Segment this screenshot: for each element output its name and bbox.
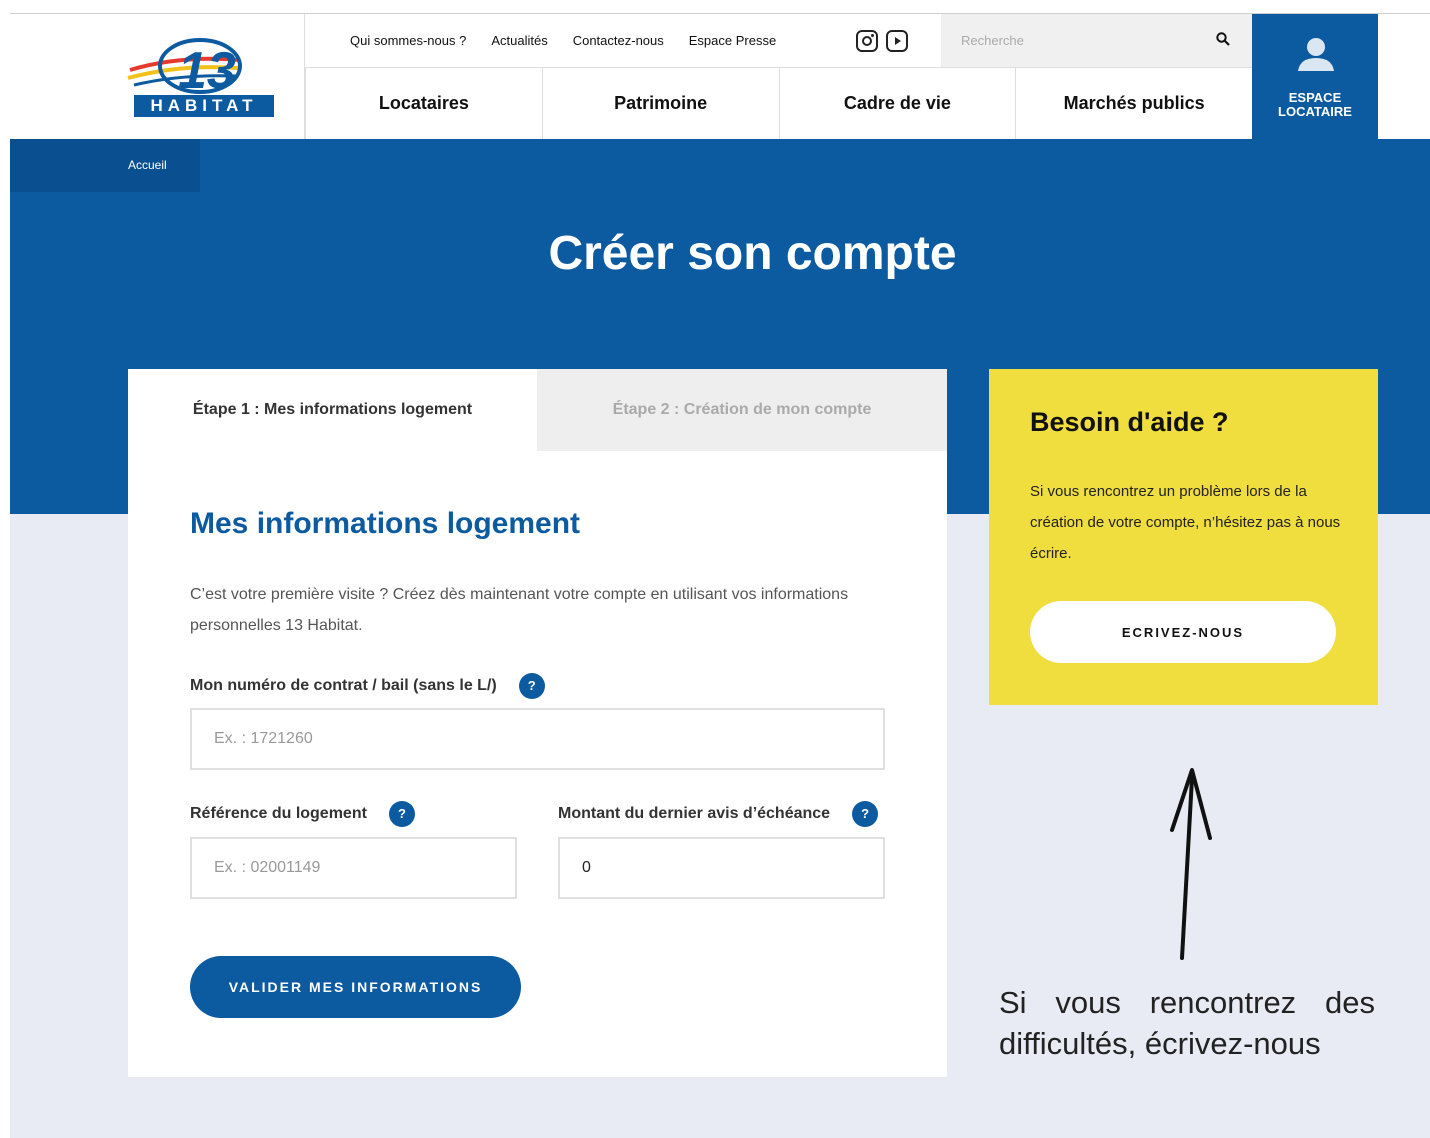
user-icon xyxy=(1298,38,1334,71)
section-title: Mes informations logement xyxy=(190,507,581,540)
logo-mark: 13 xyxy=(127,38,242,100)
contract-label: Mon numéro de contrat / bail (sans le L/… xyxy=(190,673,545,699)
toplink-news[interactable]: Actualités xyxy=(491,33,547,48)
contract-number-input[interactable] xyxy=(190,708,885,770)
last-notice-amount-input[interactable] xyxy=(558,837,885,899)
tab-step-2[interactable]: Étape 2 : Création de mon compte xyxy=(537,369,947,451)
help-title: Besoin d'aide ? xyxy=(1030,407,1229,437)
youtube-icon[interactable] xyxy=(886,30,908,52)
toplink-about[interactable]: Qui sommes-nous ? xyxy=(350,33,466,48)
annotation-text: Si vous rencontrez des difficultés, écri… xyxy=(999,985,1375,1061)
top-links: Qui sommes-nous ? Actualités Contactez-n… xyxy=(350,33,801,48)
help-icon[interactable]: ? xyxy=(388,801,415,827)
help-box: Besoin d'aide ? Si vous rencontrez un pr… xyxy=(989,369,1378,705)
logo-number: 13 xyxy=(178,42,236,100)
help-icon[interactable]: ? xyxy=(852,801,879,827)
validate-button[interactable]: VALIDER MES INFORMATIONS xyxy=(190,956,521,1018)
toplink-contact[interactable]: Contactez-nous xyxy=(573,33,664,48)
nav-item-locataires[interactable]: Locataires xyxy=(305,68,542,139)
search-box xyxy=(941,14,1252,67)
arrow-up-icon xyxy=(1170,768,1212,960)
instagram-icon[interactable] xyxy=(856,30,878,52)
reference-label: Référence du logement ? xyxy=(190,801,415,827)
intro-text: C’est votre première visite ? Créez dès … xyxy=(190,586,849,634)
social-links xyxy=(856,30,908,52)
nav-item-marches-publics[interactable]: Marchés publics xyxy=(1015,68,1252,139)
nav-item-patrimoine[interactable]: Patrimoine xyxy=(541,68,779,139)
espace-locataire-label: ESPACE LOCATAIRE xyxy=(1278,90,1352,119)
breadcrumb-home[interactable]: Accueil xyxy=(128,158,167,172)
espace-locataire-button[interactable]: ESPACE LOCATAIRE xyxy=(1252,14,1378,139)
amount-label: Montant du dernier avis d’échéance ? xyxy=(558,801,879,827)
breadcrumb: Accueil xyxy=(10,139,200,192)
tab-step-1[interactable]: Étape 1 : Mes informations logement xyxy=(128,369,537,451)
search-icon[interactable] xyxy=(1216,32,1230,46)
write-to-us-button[interactable]: ECRIVEZ-NOUS xyxy=(1030,601,1336,663)
logo-wordmark: HABITAT xyxy=(134,95,274,117)
search-input[interactable] xyxy=(941,14,1211,67)
logo[interactable]: 13 HABITAT xyxy=(120,30,280,120)
signup-card: Étape 1 : Mes informations logement Étap… xyxy=(128,369,947,1077)
toplink-press[interactable]: Espace Presse xyxy=(689,33,776,48)
page-title: Créer son compte xyxy=(548,227,957,280)
nav-item-cadre-de-vie[interactable]: Cadre de vie xyxy=(778,68,1016,139)
help-icon[interactable]: ? xyxy=(518,673,545,699)
housing-reference-input[interactable] xyxy=(190,837,517,899)
help-text: Si vous rencontrez un problème lors de l… xyxy=(1030,483,1341,562)
main-nav: Locataires Patrimoine Cadre de vie March… xyxy=(305,68,1252,139)
